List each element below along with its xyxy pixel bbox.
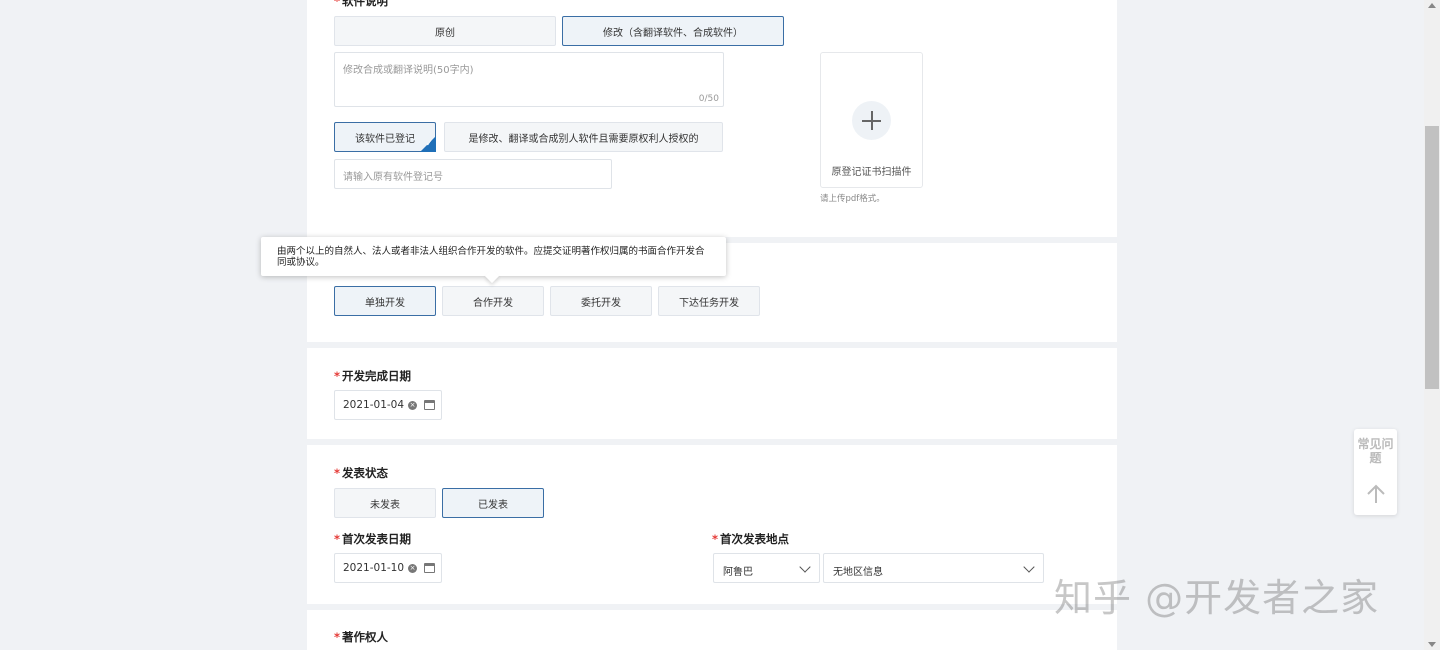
reg-number-input[interactable]: 请输入原有软件登记号 [334,159,612,189]
float-panel: 常见问题 [1354,429,1397,515]
completion-date-picker[interactable]: 2021-01-04 × [334,390,442,420]
calendar-icon[interactable] [424,400,435,410]
scroll-up-icon[interactable] [1428,3,1436,8]
upload-label: 原登记证书扫描件 [831,167,912,178]
option-modified[interactable]: 修改（含翻译软件、合成软件） [562,16,784,46]
first-date-label: * 首次发表日期 [334,532,412,546]
required-mark: * [334,532,341,546]
chevron-down-icon [1023,561,1035,573]
option-published[interactable]: 已发表 [442,488,544,518]
required-mark: * [334,0,341,8]
copyright-card [307,610,1117,650]
first-place-label: * 首次发表地点 [712,532,790,546]
required-mark: * [334,369,341,383]
scrollbar[interactable] [1424,0,1440,650]
country-select[interactable]: 阿鲁巴 [713,553,820,583]
country-value: 阿鲁巴 [723,567,753,578]
first-publish-date-picker[interactable]: 2021-01-10 × [334,553,442,583]
joint-dev-tooltip: 由两个以上的自然人、法人或者非法人组织合作开发的软件。应提交证明著作权归属的书面… [261,237,726,284]
option-joint-dev[interactable]: 合作开发 [442,286,544,316]
upload-hint: 请上传pdf格式。 [820,194,885,204]
date-value: 2021-01-04 [343,399,405,411]
certificate-upload[interactable]: 原登记证书扫描件 [820,52,923,188]
option-authorized[interactable]: 是修改、翻译或合成别人软件且需要原权利人授权的 [444,122,723,152]
tooltip-text: 由两个以上的自然人、法人或者非法人组织合作开发的软件。应提交证明著作权归属的书面… [277,246,705,268]
option-original[interactable]: 原创 [334,16,556,46]
textarea-placeholder: 修改合成或翻译说明(50字内) [343,65,474,76]
clear-icon[interactable]: × [408,564,417,573]
copyright-label: * 著作权人 [334,630,389,644]
required-mark: * [334,466,341,480]
watermark: 知乎 @开发者之家 [1054,576,1380,620]
option-commissioned-dev[interactable]: 委托开发 [550,286,652,316]
char-count: 0/50 [698,94,719,104]
software-desc-label: * 软件说明 [334,0,388,9]
date-value: 2021-01-10 [343,562,405,574]
check-icon: ✓ [425,139,433,149]
option-solo-dev[interactable]: 单独开发 [334,286,436,316]
scrollbar-thumb[interactable] [1425,126,1439,389]
option-assigned-dev[interactable]: 下达任务开发 [658,286,760,316]
region-select[interactable]: 无地区信息 [823,553,1044,583]
modify-desc-textarea[interactable]: 修改合成或翻译说明(50字内) 0/50 [334,52,724,107]
scroll-down-icon[interactable] [1428,642,1436,647]
option-unpublished[interactable]: 未发表 [334,488,436,518]
reg-number-placeholder: 请输入原有软件登记号 [343,172,443,183]
clear-icon[interactable]: × [408,401,417,410]
option-registered[interactable]: 该软件已登记 ✓ [334,122,436,152]
faq-button[interactable]: 常见问题 [1354,437,1397,465]
required-mark: * [712,532,719,546]
completion-label: * 开发完成日期 [334,369,412,383]
plus-icon [852,101,891,140]
back-to-top-icon[interactable] [1366,484,1386,504]
calendar-icon[interactable] [424,563,435,573]
required-mark: * [334,630,341,644]
chevron-down-icon [799,561,811,573]
region-value: 无地区信息 [833,567,883,578]
publish-status-label: * 发表状态 [334,466,389,480]
